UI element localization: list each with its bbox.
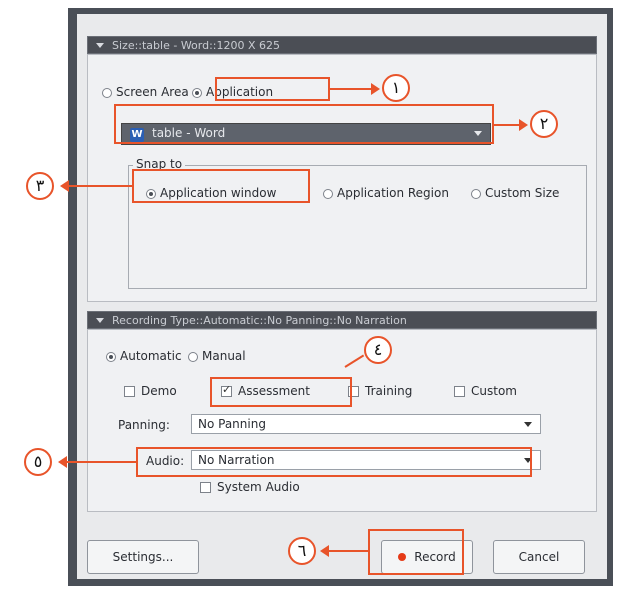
- highlight-application-radio: [215, 77, 330, 101]
- annotation-line: [68, 185, 132, 187]
- demo-label: Demo: [141, 384, 177, 398]
- arrow-right-icon: [519, 119, 528, 131]
- annotation-line: [66, 461, 136, 463]
- recording-section-title: Recording Type::Automatic::No Panning::N…: [112, 314, 407, 327]
- snap-application-region-label: Application Region: [337, 186, 449, 200]
- manual-label: Manual: [202, 349, 246, 363]
- screen-area-radio[interactable]: [102, 88, 112, 98]
- annotation-line: [330, 88, 372, 90]
- demo-checkbox[interactable]: [124, 386, 135, 397]
- collapse-triangle-icon: [96, 318, 104, 323]
- panning-dropdown-value: No Panning: [198, 417, 266, 431]
- snap-custom-size-radio[interactable]: [471, 189, 481, 199]
- highlight-application-window: [132, 169, 310, 203]
- system-audio-checkbox[interactable]: [200, 482, 211, 493]
- highlight-audio: [136, 447, 532, 477]
- manual-radio[interactable]: [188, 352, 198, 362]
- screen-area-label: Screen Area: [116, 85, 189, 99]
- annotation-marker-3: ٣: [26, 172, 54, 200]
- recording-section-body: Automatic Manual Demo Assessment Trainin…: [87, 329, 597, 512]
- automatic-label: Automatic: [120, 349, 182, 363]
- annotation-marker-4: ٤: [364, 336, 392, 364]
- collapse-triangle-icon: [96, 43, 104, 48]
- custom-label: Custom: [471, 384, 517, 398]
- custom-checkbox[interactable]: [454, 386, 465, 397]
- panning-dropdown[interactable]: No Panning: [191, 414, 541, 434]
- snap-custom-size-label: Custom Size: [485, 186, 560, 200]
- annotation-line: [328, 550, 368, 552]
- automatic-radio[interactable]: [106, 352, 116, 362]
- annotation-marker-1: ١: [382, 74, 410, 102]
- highlight-assessment: [210, 377, 352, 407]
- annotation-line: [494, 124, 520, 126]
- annotation-marker-6: ٦: [288, 537, 316, 565]
- dialog-panel: Size::table - Word::1200 X 625 Screen Ar…: [77, 14, 607, 579]
- application-radio[interactable]: [192, 88, 202, 98]
- size-section-header[interactable]: Size::table - Word::1200 X 625: [87, 36, 597, 54]
- panning-label: Panning:: [118, 418, 170, 432]
- size-section-title: Size::table - Word::1200 X 625: [112, 39, 281, 52]
- chevron-down-icon: [524, 422, 532, 427]
- recording-section-header[interactable]: Recording Type::Automatic::No Panning::N…: [87, 311, 597, 329]
- training-label: Training: [365, 384, 413, 398]
- system-audio-label: System Audio: [217, 480, 300, 494]
- annotation-marker-2: ٢: [530, 110, 558, 138]
- annotation-marker-5: ٥: [24, 448, 52, 476]
- highlight-application-dropdown: [114, 104, 494, 144]
- highlight-record-button: [368, 529, 464, 575]
- cancel-button[interactable]: Cancel: [493, 540, 585, 574]
- arrow-right-icon: [371, 83, 380, 95]
- snap-application-region-radio[interactable]: [323, 189, 333, 199]
- settings-button[interactable]: Settings...: [87, 540, 199, 574]
